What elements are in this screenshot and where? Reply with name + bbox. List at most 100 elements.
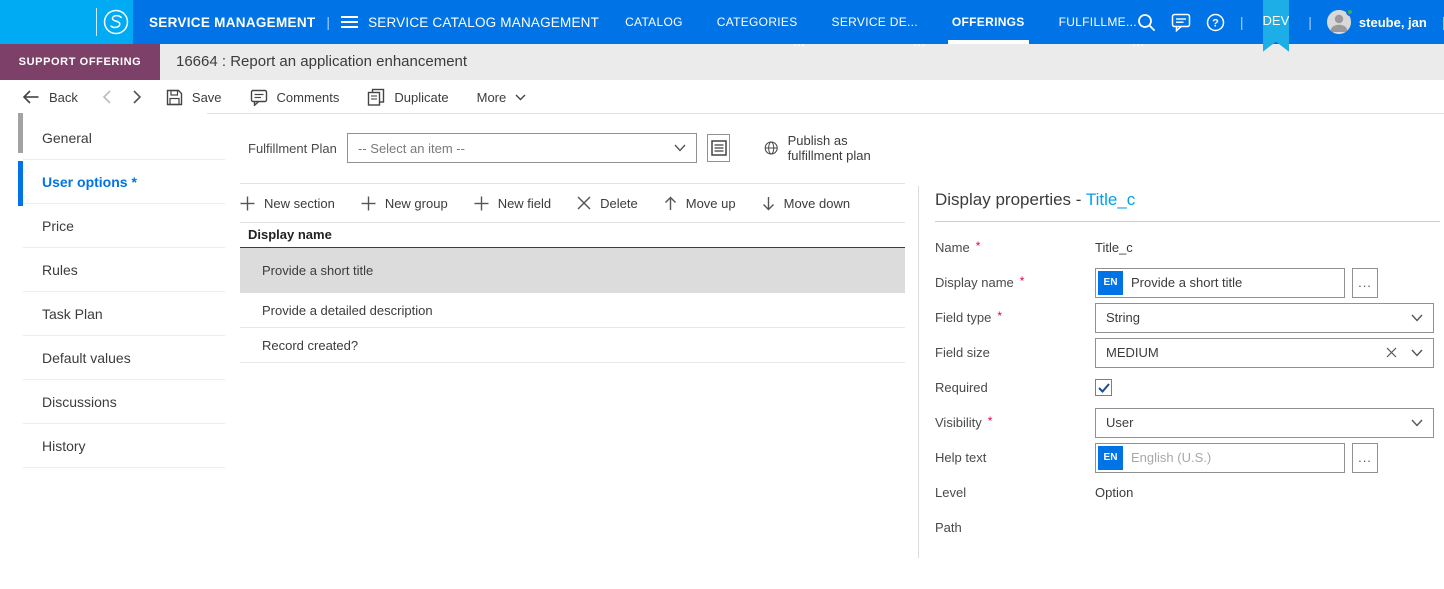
selected-value: MEDIUM (1106, 345, 1159, 360)
product-title: SERVICE MANAGEMENT (149, 14, 316, 30)
nav-tabs: CATALOG CATEGORIES... SERVICE DE...... O… (625, 0, 1144, 49)
sidebar-item-price[interactable]: Price (23, 204, 225, 248)
divider: | (1308, 14, 1312, 30)
field-row-required: Required (935, 370, 1440, 405)
field-type-select[interactable]: String (1095, 302, 1434, 333)
plus-icon (361, 196, 376, 210)
more-menu-button[interactable]: More (477, 90, 527, 105)
open-list-button[interactable] (707, 134, 731, 162)
chevron-down-icon (1411, 419, 1423, 427)
sidebar-item-rules[interactable]: Rules (23, 248, 225, 292)
help-icon[interactable]: ? (1206, 13, 1225, 32)
divider (96, 8, 97, 36)
name-value: Title_c (1095, 240, 1133, 255)
move-down-button[interactable]: Move down (762, 196, 850, 211)
divider (918, 186, 919, 558)
delete-button[interactable]: Delete (577, 196, 638, 211)
top-nav-bar: SERVICE MANAGEMENT | SERVICE CATALOG MAN… (0, 0, 1444, 52)
field-row-name: Name * Title_c (935, 230, 1440, 265)
field-row-visibility: Visibility * User (935, 405, 1440, 440)
field-label: Path (935, 520, 962, 535)
duplicate-button[interactable]: Duplicate (367, 88, 449, 106)
table-row[interactable]: Provide a detailed description (240, 293, 905, 328)
table-row[interactable]: Record created? (240, 328, 905, 363)
search-icon[interactable] (1137, 13, 1156, 32)
user-menu[interactable]: steube, jan (1326, 8, 1427, 34)
scrollbar-thumb[interactable] (18, 113, 23, 153)
tab-service-definitions[interactable]: SERVICE DE...... (832, 0, 925, 49)
field-label: Visibility (935, 415, 982, 430)
field-label: Display name (935, 275, 1014, 290)
input-value: Provide a short title (1131, 275, 1243, 290)
field-label: Field type (935, 310, 992, 325)
chat-icon[interactable] (1171, 13, 1191, 32)
svg-text:?: ? (1212, 17, 1219, 29)
field-row-display-name: Display name * EN Provide a short title .… (935, 265, 1440, 300)
field-label: Required (935, 380, 988, 395)
sidebar-item-task-plan[interactable]: Task Plan (23, 292, 225, 336)
options-toolbar: New section New group New field Delete M… (240, 184, 905, 222)
fulfillment-plan-select[interactable]: -- Select an item -- (347, 133, 698, 163)
new-section-button[interactable]: New section (240, 196, 335, 211)
visibility-select[interactable]: User (1095, 407, 1434, 438)
field-label: Name (935, 240, 970, 255)
display-name-input[interactable]: EN Provide a short title (1095, 267, 1345, 298)
field-row-help-text: Help text EN English (U.S.) ... (935, 440, 1440, 475)
sidebar-item-history[interactable]: History (23, 424, 225, 468)
avatar (1326, 8, 1354, 34)
comment-icon (250, 89, 267, 106)
tab-fulfillment[interactable]: FULFILLME...... (1059, 0, 1144, 49)
presence-dot (1345, 8, 1354, 16)
display-name-more-button[interactable]: ... (1352, 267, 1378, 298)
clear-x-icon[interactable] (1386, 347, 1397, 358)
sidebar-item-discussions[interactable]: Discussions (23, 380, 225, 424)
level-value: Option (1095, 485, 1134, 500)
move-up-button[interactable]: Move up (664, 196, 736, 211)
x-icon (577, 196, 591, 210)
smax-logo-icon[interactable] (102, 8, 130, 41)
chevron-down-icon (1411, 314, 1423, 322)
save-button[interactable]: Save (166, 89, 222, 106)
next-record-button[interactable] (132, 90, 142, 104)
user-name: steube, jan (1358, 14, 1427, 30)
entity-name-link[interactable]: Title_c (1086, 190, 1135, 209)
sidebar-scrollbar[interactable] (18, 113, 23, 468)
plus-icon (474, 196, 489, 210)
record-title: 16664 : Report an application enhancemen… (176, 53, 468, 70)
comments-button[interactable]: Comments (250, 89, 339, 106)
chevron-right-icon (133, 90, 142, 104)
language-badge: EN (1098, 445, 1123, 470)
tab-offerings[interactable]: OFFERINGS (947, 0, 1029, 44)
options-table-header: Display name (240, 223, 905, 248)
record-section-sidebar: General User options * Price Rules Task … (18, 113, 225, 468)
sidebar-item-default-values[interactable]: Default values (23, 336, 225, 380)
required-checkbox[interactable] (1095, 379, 1112, 396)
table-row[interactable]: Provide a short title (240, 248, 905, 293)
tab-overflow-dots: ... (913, 37, 926, 49)
previous-record-button[interactable] (102, 90, 112, 104)
required-asterisk: * (1019, 274, 1025, 288)
chevron-down-icon (1411, 349, 1423, 357)
duplicate-icon (368, 88, 385, 106)
tab-catalog[interactable]: CATALOG (625, 0, 683, 44)
arrow-left-icon (22, 90, 39, 104)
help-text-input[interactable]: EN English (U.S.) (1095, 442, 1345, 473)
chevron-down-icon (674, 144, 686, 152)
sidebar-item-user-options[interactable]: User options * (23, 160, 225, 204)
required-asterisk: * (997, 309, 1003, 323)
field-size-select[interactable]: MEDIUM (1095, 337, 1434, 368)
save-icon (166, 89, 183, 105)
tab-categories[interactable]: CATEGORIES... (717, 0, 805, 49)
sidebar-item-general[interactable]: General (23, 116, 225, 160)
checkmark-icon (1097, 382, 1110, 393)
active-tab-indicator (18, 161, 23, 206)
display-properties-panel: Display properties - Title_c Name * Title… (935, 186, 1440, 545)
required-asterisk: * (987, 414, 993, 428)
hamburger-menu-icon[interactable] (341, 15, 359, 29)
back-button[interactable]: Back (22, 90, 78, 105)
help-text-more-button[interactable]: ... (1352, 442, 1378, 473)
new-group-button[interactable]: New group (361, 196, 448, 211)
publish-as-fulfillment-plan-button[interactable]: Publish as fulfillment plan (764, 133, 905, 163)
new-field-button[interactable]: New field (474, 196, 551, 211)
arrow-down-icon (762, 196, 774, 210)
